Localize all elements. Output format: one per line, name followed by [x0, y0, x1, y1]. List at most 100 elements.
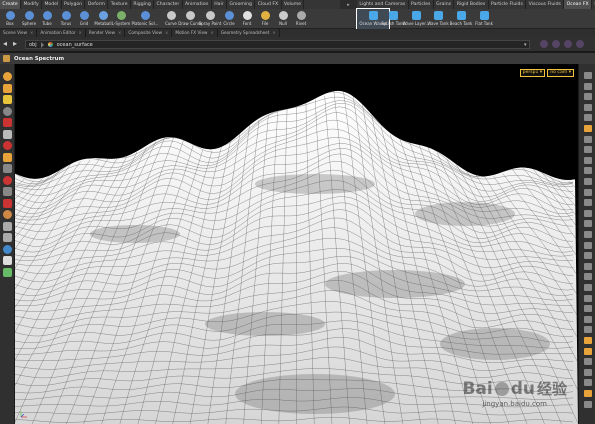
peak-tool-icon[interactable]	[3, 210, 12, 219]
pane-tab-animation-editor[interactable]: Animation Editor ×	[37, 29, 86, 37]
template-icon[interactable]	[584, 337, 592, 344]
gl-icon[interactable]	[584, 315, 592, 323]
tool-font-button[interactable]: Font	[238, 9, 256, 29]
scene-viewport[interactable]: persp1 ▾ no cam ▾	[15, 64, 578, 424]
brush-tool-icon[interactable]	[3, 175, 12, 185]
tool-file-button[interactable]: File	[256, 9, 274, 29]
view-tool-icon[interactable]	[3, 106, 12, 116]
paint-tool-icon[interactable]	[3, 187, 12, 196]
tool-wave-layer-button[interactable]: Wave Layer...	[403, 9, 429, 29]
shelf-tab-deform[interactable]: Deform	[85, 0, 109, 9]
shelf-tab-create[interactable]: Create	[0, 0, 22, 9]
uv-icon[interactable]	[584, 220, 592, 228]
fog-icon[interactable]	[584, 156, 592, 164]
persp-camera-menu[interactable]: persp1 ▾	[519, 69, 546, 77]
path-dropdown-icon[interactable]: ▾	[524, 42, 527, 48]
compare-icon[interactable]	[584, 347, 592, 355]
pane-tab-composite-view[interactable]: Composite View ×	[125, 29, 173, 37]
pane-tab-geometry-spreadsheet[interactable]: Geometry Spreadsheet ×	[218, 29, 280, 37]
pose-b-tool-icon[interactable]	[3, 233, 12, 242]
keys-icon[interactable]	[584, 390, 592, 397]
path-field[interactable]: obj ocean_surface	[25, 40, 530, 49]
vectors-icon[interactable]	[584, 231, 592, 238]
focus-icon[interactable]	[584, 252, 592, 260]
tool-spray-paint-button[interactable]: Spray Paint	[199, 9, 221, 29]
camera-a-icon[interactable]	[584, 294, 592, 302]
shelf-tab-rigid-bodies[interactable]: Rigid Bodies	[454, 0, 489, 9]
help-icon[interactable]	[584, 400, 592, 408]
scale-tool-icon[interactable]	[3, 164, 12, 173]
lock-icon[interactable]	[584, 82, 592, 90]
layout-icon[interactable]	[564, 40, 572, 48]
pose-tool-icon[interactable]	[3, 129, 12, 139]
close-icon[interactable]: ×	[30, 29, 33, 37]
select-edges-tool-icon[interactable]	[3, 95, 12, 104]
pin-icon[interactable]	[540, 40, 548, 48]
link-icon[interactable]	[552, 40, 560, 48]
close-icon[interactable]: ×	[210, 29, 213, 37]
tool-platonic-sol-button[interactable]: Platonic Sol...	[130, 9, 160, 29]
shelf-tab-texture[interactable]: Texture	[108, 0, 131, 9]
tool-flat-tank-button[interactable]: Flat Tank	[473, 9, 495, 29]
tool-beach-tank-button[interactable]: Beach Tank	[449, 9, 473, 29]
pin-tool-icon[interactable]	[3, 221, 12, 231]
shelf-tab-hair[interactable]: Hair	[212, 0, 228, 9]
select-tool-icon[interactable]	[3, 72, 12, 81]
tool-metaball-button[interactable]: Metaball	[94, 9, 112, 29]
tool-wave-tank-button[interactable]: Wave Tank	[427, 9, 449, 29]
wireframe-icon[interactable]	[584, 114, 592, 122]
shadows-icon[interactable]	[584, 146, 592, 154]
move-tool-icon[interactable]	[3, 141, 12, 150]
lights-icon[interactable]	[584, 135, 592, 143]
history-icon[interactable]	[584, 368, 592, 376]
shelf-tab-model[interactable]: Model	[42, 0, 62, 9]
background-icon[interactable]	[584, 178, 592, 185]
tool-sphere-button[interactable]: Sphere	[20, 9, 38, 29]
magnet-tool-icon[interactable]	[3, 198, 12, 208]
flipbook-icon[interactable]	[584, 379, 592, 387]
shelf-tab-cloud-fx[interactable]: Cloud FX	[255, 0, 282, 9]
pane-tab-scene-view[interactable]: Scene View ×	[0, 29, 38, 37]
grid-icon[interactable]	[584, 103, 592, 111]
visibility-icon[interactable]	[584, 188, 592, 196]
shelf-tab-rigging[interactable]: Rigging	[131, 0, 155, 9]
shelf-tab-animation[interactable]: Animation	[183, 0, 212, 9]
render-icon[interactable]	[584, 284, 592, 291]
shelf-tab-viscous-fluids[interactable]: Viscous Fluids	[526, 0, 565, 9]
select-points-tool-icon[interactable]	[3, 83, 12, 93]
shelf-tab-polygon[interactable]: Polygon	[62, 0, 86, 9]
handle-tool-icon[interactable]	[3, 118, 12, 127]
shelf-scroll-controls[interactable]: ▸	[340, 0, 357, 9]
shelf-tab-grains[interactable]: Grains	[434, 0, 455, 9]
display-options-icon[interactable]	[584, 72, 592, 79]
tool-curve-button[interactable]: Curve	[162, 9, 180, 29]
shelf-scroll-arrow-icon[interactable]: ▸	[347, 2, 350, 8]
overlay-icon[interactable]	[584, 358, 592, 366]
close-icon[interactable]: ×	[165, 29, 168, 37]
home-icon[interactable]	[584, 262, 592, 270]
shaded-icon[interactable]	[584, 125, 592, 132]
shelf-tab-particles[interactable]: Particles	[409, 0, 434, 9]
tool-circle-button[interactable]: Circle	[220, 9, 238, 29]
pane-tab-render-view[interactable]: Render View ×	[86, 29, 126, 37]
tool-null-button[interactable]: Null	[274, 9, 292, 29]
shelf-tab-character[interactable]: Character	[154, 0, 183, 9]
tool-rivet-button[interactable]: Rivet	[292, 9, 310, 29]
rotate-tool-icon[interactable]	[3, 152, 12, 162]
normals-icon[interactable]	[584, 209, 592, 217]
shelf-tab-volume[interactable]: Volume	[282, 0, 305, 9]
pane-tab-motion-fx-view[interactable]: Motion FX View ×	[172, 29, 218, 37]
no-cam-menu[interactable]: no cam ▾	[547, 69, 574, 77]
frame-icon[interactable]	[584, 273, 592, 281]
settings-icon[interactable]	[576, 40, 584, 48]
tool-box-button[interactable]: Box	[2, 9, 18, 29]
shelf-tab-grooming[interactable]: Grooming	[227, 0, 256, 9]
close-icon[interactable]: ×	[118, 29, 121, 37]
primitives-icon[interactable]	[584, 241, 592, 249]
grid-tool-icon[interactable]	[3, 267, 12, 277]
tool-draw-curve-button[interactable]: Draw Curve	[178, 9, 202, 29]
ghost-icon[interactable]	[584, 167, 592, 175]
path-root[interactable]: obj	[29, 42, 37, 48]
tool-tube-button[interactable]: Tube	[39, 9, 55, 29]
tool-splash-tank-button[interactable]: Splash Tank	[381, 9, 405, 29]
